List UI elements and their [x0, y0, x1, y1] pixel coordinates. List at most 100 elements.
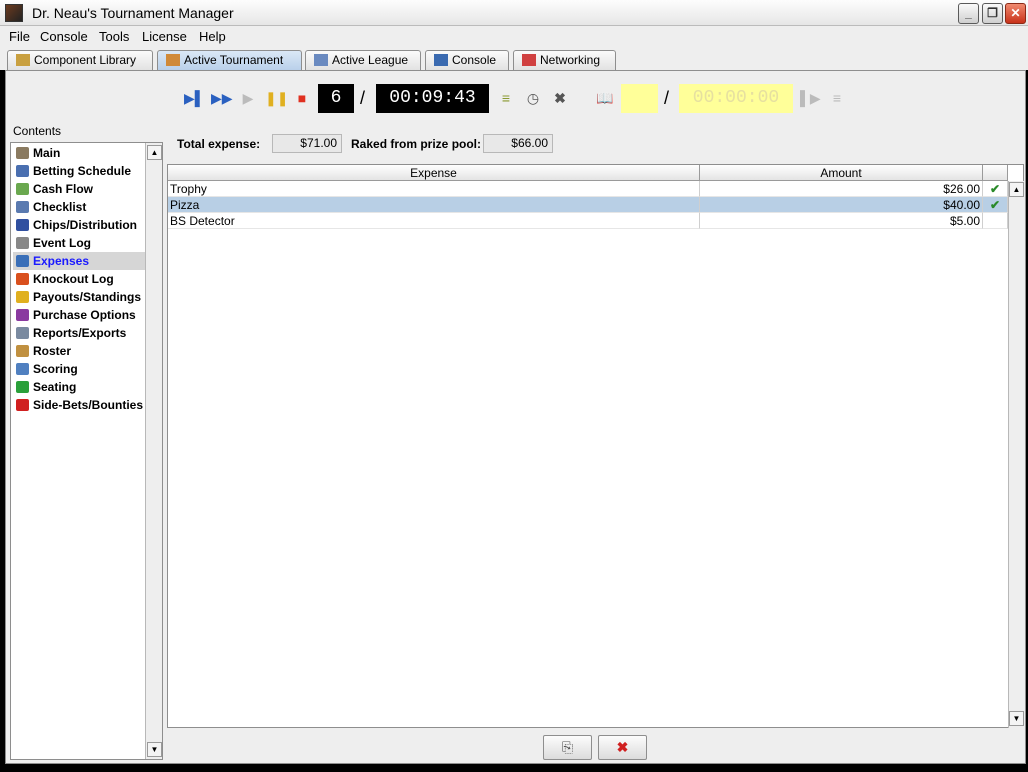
- sidebar-item-label: Knockout Log: [33, 272, 114, 286]
- table-row[interactable]: Trophy $26.00 ✔: [168, 181, 1008, 197]
- tab-component-library[interactable]: Component Library: [7, 50, 153, 70]
- play-icon[interactable]: ▶: [238, 88, 258, 108]
- boxing-glove-icon: [16, 273, 29, 285]
- sidebar-item-purchase-options[interactable]: Purchase Options: [13, 306, 145, 324]
- sidebar-scrollbar[interactable]: ▲ ▼: [145, 143, 162, 759]
- menu-license[interactable]: License: [142, 29, 187, 44]
- sidebar-item-label: Scoring: [33, 362, 78, 376]
- raked-checkbox[interactable]: ✔: [983, 197, 1008, 213]
- break-clock-display: 00:00:00: [679, 84, 793, 113]
- clock-icon[interactable]: ◷: [523, 88, 543, 108]
- scroll-up-icon[interactable]: ▲: [1009, 182, 1024, 197]
- sidebar-item-reports-exports[interactable]: Reports/Exports: [13, 324, 145, 342]
- level-display: 6: [318, 84, 354, 113]
- expense-cell[interactable]: BS Detector: [168, 213, 700, 229]
- amount-cell[interactable]: $26.00: [700, 181, 983, 197]
- sidebar-item-label: Payouts/Standings: [33, 290, 142, 304]
- break-list-icon[interactable]: ≡: [827, 88, 847, 108]
- column-header-expense[interactable]: Expense: [168, 165, 700, 181]
- delete-expense-button[interactable]: ✖: [598, 735, 647, 760]
- table-row[interactable]: Pizza $40.00 ✔: [168, 197, 1008, 213]
- column-header-raked[interactable]: [983, 165, 1008, 181]
- dollar-icon: [16, 219, 29, 231]
- sidebar-item-roster[interactable]: Roster: [13, 342, 145, 360]
- sidebar-item-knockout-log[interactable]: Knockout Log: [13, 270, 145, 288]
- sidebar-item-payouts-standings[interactable]: Payouts/Standings: [13, 288, 145, 306]
- table-scrollbar[interactable]: ▲ ▼: [1008, 181, 1024, 728]
- hierarchy-icon: [314, 54, 328, 66]
- break-separator-slash: /: [664, 88, 670, 108]
- amount-cell[interactable]: $40.00: [700, 197, 983, 213]
- sidebar-item-event-log[interactable]: Event Log: [13, 234, 145, 252]
- raked-checkbox[interactable]: ✔: [983, 181, 1008, 197]
- menu-bar: File Console Tools License Help: [0, 26, 1028, 48]
- sidebar-item-checklist[interactable]: Checklist: [13, 198, 145, 216]
- menu-help[interactable]: Help: [199, 29, 226, 44]
- contents-heading: Contents: [13, 124, 62, 138]
- sidebar-item-seating[interactable]: Seating: [13, 378, 145, 396]
- table-grid-icon: [166, 54, 180, 66]
- scroll-down-icon[interactable]: ▼: [1009, 711, 1024, 726]
- sidebar-item-label: Roster: [33, 344, 72, 358]
- expense-cell[interactable]: Trophy: [168, 181, 700, 197]
- minimize-button[interactable]: _: [958, 3, 979, 24]
- formula-icon: [16, 363, 29, 375]
- skip-forward-icon[interactable]: ▶▶: [211, 88, 233, 108]
- app-logo-icon: [5, 4, 23, 22]
- raked-value: $66.00: [483, 134, 553, 153]
- sidebar-item-main[interactable]: Main: [13, 144, 145, 162]
- raked-checkbox[interactable]: [983, 213, 1008, 229]
- expenses-icon: [16, 255, 29, 267]
- sidebar-item-cash-flow[interactable]: Cash Flow: [13, 180, 145, 198]
- schedule-icon: [16, 165, 29, 177]
- tab-networking[interactable]: Networking: [513, 50, 616, 70]
- sidebar-item-chips-distribution[interactable]: Chips/Distribution: [13, 216, 145, 234]
- sidebar-item-expenses[interactable]: Expenses: [13, 252, 145, 270]
- restore-button[interactable]: ❐: [982, 3, 1003, 24]
- resume-icon[interactable]: ▌▶: [800, 88, 821, 108]
- scroll-up-icon[interactable]: ▲: [147, 145, 162, 160]
- add-expense-icon: ⎘: [561, 739, 574, 755]
- separator-slash: /: [360, 88, 366, 108]
- tab-console[interactable]: Console: [425, 50, 509, 70]
- sidebar-item-label: Cash Flow: [33, 182, 94, 196]
- people-icon: [16, 345, 29, 357]
- cash-icon: [16, 183, 29, 195]
- log-icon: [16, 237, 29, 249]
- tab-active-tournament[interactable]: Active Tournament: [157, 50, 302, 70]
- add-expense-button[interactable]: ⎘: [543, 735, 592, 760]
- stop-icon[interactable]: ■: [292, 88, 312, 108]
- table-row[interactable]: BS Detector $5.00: [168, 213, 1008, 229]
- title-bar: Dr. Neau's Tournament Manager _ ❐ ✕: [0, 0, 1028, 26]
- break-book-icon[interactable]: 📖: [595, 88, 615, 108]
- sidebar-item-side-bets-bounties[interactable]: Side-Bets/Bounties: [13, 396, 145, 414]
- total-expense-label: Total expense:: [177, 137, 261, 151]
- cancel-icon[interactable]: ✖: [550, 88, 570, 108]
- sidebar-item-label: Betting Schedule: [33, 164, 132, 178]
- break-level-display: [621, 84, 658, 113]
- house-icon: [16, 147, 29, 159]
- total-expense-value: $71.00: [272, 134, 342, 153]
- tab-active-league[interactable]: Active League: [305, 50, 421, 70]
- raked-label: Raked from prize pool:: [351, 137, 482, 151]
- screen-bottom-strip: [0, 764, 1028, 772]
- close-button[interactable]: ✕: [1005, 3, 1026, 24]
- sidebar-item-label: Side-Bets/Bounties: [33, 398, 144, 412]
- network-icon: [522, 54, 536, 66]
- expense-cell[interactable]: Pizza: [168, 197, 700, 213]
- menu-console[interactable]: Console: [40, 29, 88, 44]
- pause-icon[interactable]: ❚❚: [265, 88, 288, 108]
- sidebar-item-betting-schedule[interactable]: Betting Schedule: [13, 162, 145, 180]
- column-header-amount[interactable]: Amount: [700, 165, 983, 181]
- sidebar-item-label: Main: [33, 146, 61, 160]
- sidebar-item-label: Event Log: [33, 236, 92, 250]
- menu-tools[interactable]: Tools: [99, 29, 129, 44]
- amount-cell[interactable]: $5.00: [700, 213, 983, 229]
- levels-icon[interactable]: ≡: [496, 88, 516, 108]
- sidebar-item-label: Chips/Distribution: [33, 218, 137, 232]
- chip-stack-icon: [16, 309, 29, 321]
- step-forward-icon[interactable]: ▶▌: [184, 88, 205, 108]
- scroll-down-icon[interactable]: ▼: [147, 742, 162, 757]
- menu-file[interactable]: File: [9, 29, 30, 44]
- sidebar-item-scoring[interactable]: Scoring: [13, 360, 145, 378]
